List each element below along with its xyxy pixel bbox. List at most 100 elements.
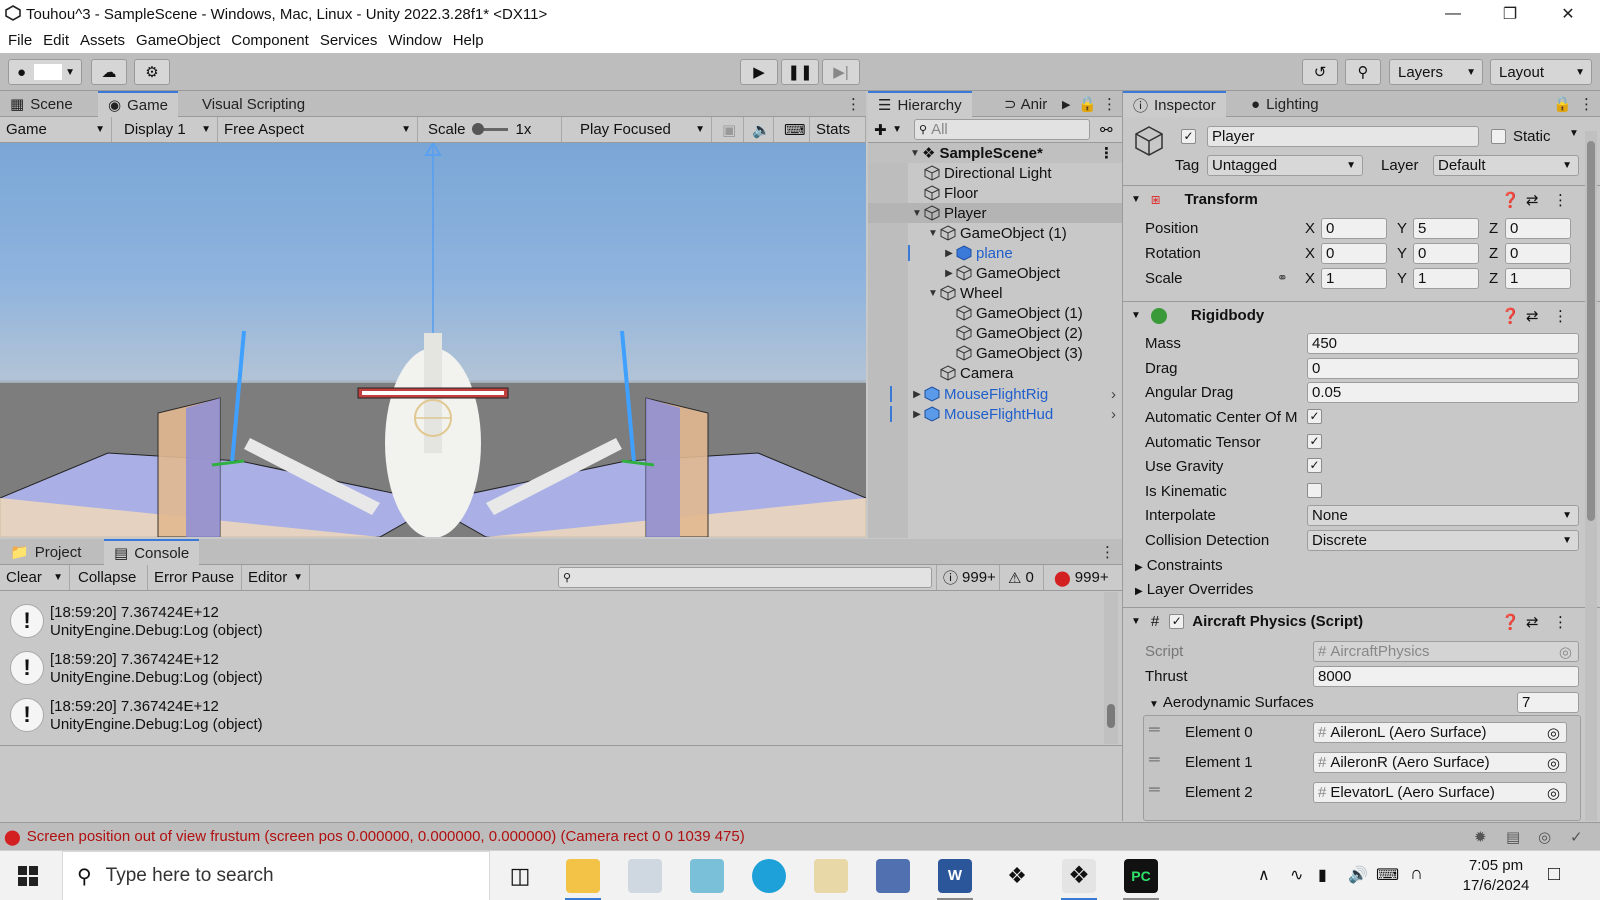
status-bar[interactable]: ⬤ Screen position out of view frustum (s… — [0, 822, 1600, 850]
pause-button[interactable]: ❚❚ — [781, 59, 819, 85]
tab-inspector[interactable]: ⓘ Inspector — [1123, 91, 1226, 117]
input-method-icon[interactable]: ∩ — [1410, 863, 1423, 884]
bug-icon[interactable]: ✹ — [1474, 828, 1487, 846]
clock[interactable]: 7:05 pm 17/6/2024 — [1448, 857, 1544, 894]
drag-handle-icon[interactable]: ═ — [1149, 721, 1160, 738]
angular-drag-field[interactable]: 0.05 — [1307, 382, 1579, 403]
hierarchy-item-player[interactable]: ▼ Player — [868, 203, 1122, 223]
tab-animation[interactable]: ⊃ Anir — [994, 91, 1057, 117]
keyboard-icon[interactable]: ⌨ — [1376, 865, 1399, 885]
presets-icon[interactable]: ⇄ — [1526, 613, 1539, 631]
position-y-field[interactable]: 5 — [1413, 218, 1479, 239]
minimize-button[interactable]: — — [1430, 2, 1476, 26]
game-panel-menu-icon[interactable]: ⋮ — [836, 91, 871, 117]
pycharm-icon[interactable]: PC — [1124, 859, 1158, 893]
hierarchy-search-input[interactable]: ⚲ All — [914, 119, 1090, 140]
hierarchy-item-floor[interactable]: Floor — [868, 183, 1122, 203]
game-mode-dropdown[interactable]: Game ▼ — [0, 117, 112, 142]
menu-gameobject[interactable]: GameObject — [136, 32, 220, 49]
app-icon[interactable] — [628, 859, 662, 893]
layer-dropdown[interactable]: Default ▼ — [1433, 155, 1579, 176]
chevron-up-icon[interactable]: ∧ — [1258, 865, 1270, 885]
auto-com-checkbox[interactable]: ✓ — [1307, 409, 1322, 424]
hierarchy-item-camera[interactable]: Camera — [868, 363, 1122, 383]
rotation-x-field[interactable]: 0 — [1321, 243, 1387, 264]
inspector-scrollbar[interactable] — [1585, 131, 1597, 821]
network-icon[interactable]: ◎ — [1538, 828, 1551, 846]
error-filter-toggle[interactable]: ⬤ 999+ — [1048, 565, 1116, 590]
wifi-icon[interactable]: ∿ — [1290, 865, 1303, 885]
help-icon[interactable]: ❓ — [1501, 191, 1520, 209]
hierarchy-item-gameobject-1[interactable]: ▼ GameObject (1) — [868, 223, 1122, 243]
aero-surfaces-foldout[interactable]: ▼ Aerodynamic Surfaces — [1149, 694, 1314, 711]
collision-dropdown[interactable]: Discrete ▼ — [1307, 530, 1579, 551]
element-2-field[interactable]: # ElevatorL (Aero Surface) ◎ — [1313, 782, 1567, 803]
app-icon[interactable] — [690, 859, 724, 893]
mass-field[interactable]: 450 — [1307, 333, 1579, 354]
hierarchy-item-wheel-child-3[interactable]: GameObject (3) — [868, 343, 1122, 363]
hierarchy-item-mouseflightrig[interactable]: ▶ MouseFlightRig › — [868, 384, 1122, 404]
help-icon[interactable]: ❓ — [1501, 307, 1520, 325]
app-icon[interactable] — [876, 859, 910, 893]
collab-button[interactable]: ⚙ — [134, 59, 170, 85]
interpolate-dropdown[interactable]: None ▼ — [1307, 505, 1579, 526]
edge-browser-icon[interactable] — [752, 859, 786, 893]
script-enabled-checkbox[interactable]: ✓ — [1169, 614, 1185, 629]
account-dropdown[interactable]: ● ▼ — [8, 59, 82, 85]
stats-button[interactable]: Stats — [810, 117, 866, 142]
object-picker-icon[interactable]: ◎ — [1547, 754, 1560, 772]
menu-assets[interactable]: Assets — [80, 32, 125, 49]
taskbar-search-box[interactable]: ⚲ Type here to search — [62, 851, 490, 900]
game-viewport[interactable] — [0, 143, 866, 537]
thrust-field[interactable]: 8000 — [1313, 666, 1579, 687]
presets-icon[interactable]: ⇄ — [1526, 191, 1539, 209]
play-focus-dropdown[interactable]: Play Focused ▼ — [574, 117, 712, 142]
aircraft-physics-header[interactable]: ▼ # ✓ Aircraft Physics (Script) ❓ ⇄ ⋮ — [1123, 607, 1600, 635]
notifications-icon[interactable]: □ — [1548, 863, 1560, 886]
static-dropdown-icon[interactable]: ▼ — [1569, 128, 1579, 139]
play-button[interactable]: ▶ — [740, 59, 778, 85]
hierarchy-item-gameobject[interactable]: ▶ GameObject — [868, 263, 1122, 283]
search-button[interactable]: ⚲ — [1345, 59, 1381, 85]
console-menu-icon[interactable]: ⋮ — [1090, 539, 1125, 565]
scene-search-icon[interactable]: ⚯ — [1094, 117, 1120, 142]
element-1-field[interactable]: # AileronR (Aero Surface) ◎ — [1313, 752, 1567, 773]
history-button[interactable]: ↺ — [1302, 59, 1338, 85]
task-view-icon[interactable]: ◫ — [503, 859, 537, 893]
static-checkbox[interactable] — [1491, 129, 1506, 144]
info-filter-toggle[interactable]: ⓘ 999+ — [936, 565, 1000, 590]
presets-icon[interactable]: ⇄ — [1526, 307, 1539, 325]
position-x-field[interactable]: 0 — [1321, 218, 1387, 239]
aspect-dropdown[interactable]: Free Aspect ▼ — [218, 117, 418, 142]
layout-dropdown[interactable]: Layout ▼ — [1490, 59, 1592, 85]
log-entry[interactable]: ! [18:59:20] 7.367424E+12 UnityEngine.De… — [0, 692, 1100, 739]
collapse-button[interactable]: Collapse — [72, 565, 148, 590]
element-0-field[interactable]: # AileronL (Aero Surface) ◎ — [1313, 722, 1567, 743]
hierarchy-item-wheel-child-2[interactable]: GameObject (2) — [868, 323, 1122, 343]
create-dropdown[interactable]: ✚ ▼ — [868, 117, 908, 142]
tab-scene[interactable]: ▦ Scene — [0, 91, 83, 117]
cache-icon[interactable]: ▤ — [1506, 828, 1520, 846]
help-icon[interactable]: ❓ — [1501, 613, 1520, 631]
unity-editor-icon[interactable]: ❖ — [1062, 859, 1096, 893]
warning-filter-toggle[interactable]: ⚠ 0 — [1002, 565, 1044, 590]
object-picker-icon[interactable]: ◎ — [1547, 724, 1560, 742]
mute-audio-icon[interactable]: 🔈 — [746, 117, 774, 142]
component-menu-icon[interactable]: ⋮ — [1553, 613, 1568, 631]
tab-lighting[interactable]: ● Lighting — [1241, 91, 1329, 117]
paint-icon[interactable] — [814, 859, 848, 893]
tab-hierarchy[interactable]: ☰ Hierarchy — [868, 91, 972, 117]
word-icon[interactable]: W — [938, 859, 972, 893]
tab-visual-scripting[interactable]: Visual Scripting — [192, 91, 315, 117]
use-gravity-checkbox[interactable]: ✓ — [1307, 458, 1322, 473]
battery-icon[interactable]: ▮ — [1318, 865, 1327, 885]
drag-handle-icon[interactable]: ═ — [1149, 751, 1160, 768]
menu-window[interactable]: Window — [388, 32, 441, 49]
rigidbody-header[interactable]: ▼ Rigidbody ❓ ⇄ ⋮ — [1123, 301, 1600, 329]
link-icon[interactable]: ⚭ — [1277, 270, 1288, 286]
log-entry[interactable]: ! [18:59:20] 7.367424E+12 UnityEngine.De… — [0, 598, 1100, 645]
console-scrollbar[interactable] — [1104, 592, 1118, 744]
layers-dropdown[interactable]: Layers ▼ — [1389, 59, 1483, 85]
progress-icon[interactable]: ✓ — [1570, 828, 1583, 846]
scale-slider[interactable]: Scale 1x — [422, 117, 562, 142]
